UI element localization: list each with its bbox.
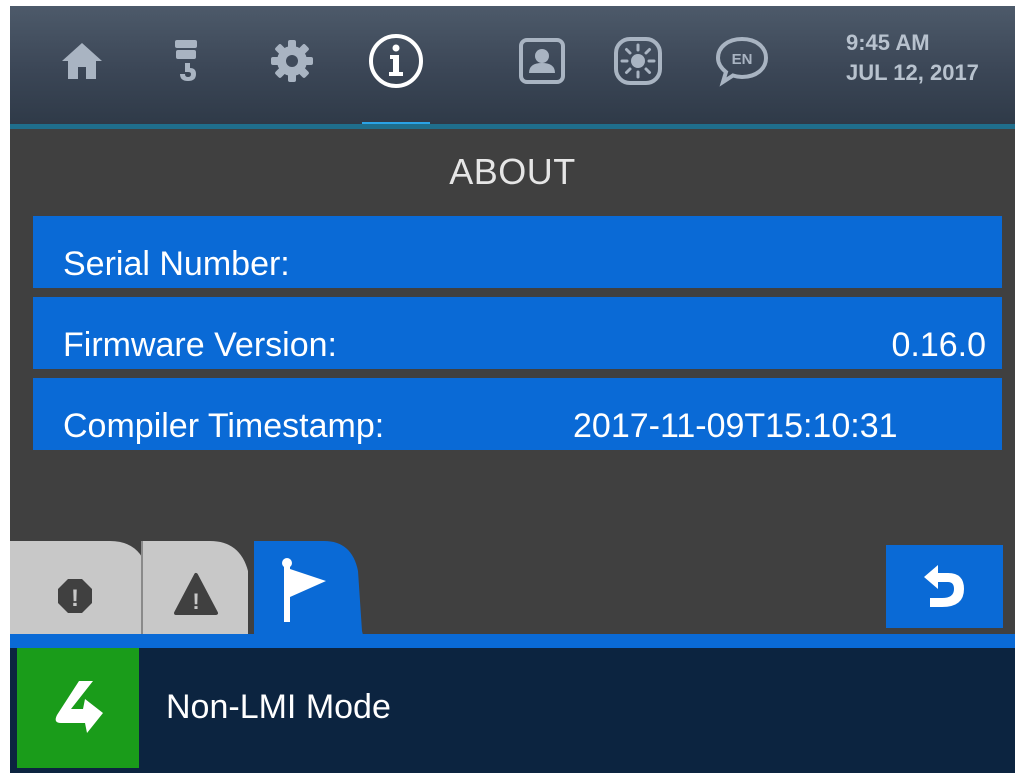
top-navigation-bar: EN 9:45 AM JUL 12, 2017	[10, 6, 1015, 129]
firmware-version-label: Firmware Version:	[63, 326, 337, 364]
turn-arrow-icon	[55, 681, 103, 733]
screen: EN 9:45 AM JUL 12, 2017 ABOUT Serial Num…	[10, 6, 1015, 773]
page-title: ABOUT	[449, 151, 576, 192]
error-glyph: !	[71, 585, 79, 612]
bottom-divider	[10, 634, 1015, 648]
status-bar: Non-LMI Mode	[10, 648, 1015, 773]
mode-label: Non-LMI Mode	[166, 688, 391, 726]
firmware-version-row: Firmware Version: 0.16.0	[33, 297, 1002, 369]
language-icon[interactable]: EN	[706, 32, 778, 90]
clock: 9:45 AM JUL 12, 2017	[846, 28, 979, 88]
date: JUL 12, 2017	[846, 60, 979, 85]
serial-number-label: Serial Number:	[63, 245, 290, 283]
home-icon[interactable]	[46, 32, 118, 90]
warning-glyph: !	[192, 589, 199, 614]
compiler-timestamp-row: Compiler Timestamp: 2017-11-09T15:10:31	[33, 378, 1002, 450]
gear-icon[interactable]	[256, 32, 328, 90]
topbar-divider	[10, 124, 1015, 129]
crane-hook-icon[interactable]	[150, 32, 222, 90]
time: 9:45 AM	[846, 30, 930, 55]
serial-number-row: Serial Number:	[33, 216, 1002, 288]
compiler-timestamp-value: 2017-11-09T15:10:31	[573, 407, 898, 445]
language-code: EN	[732, 51, 753, 68]
brightness-icon[interactable]	[602, 32, 674, 90]
back-arrow-icon	[923, 564, 964, 607]
mode-indicator[interactable]	[17, 648, 139, 768]
compiler-timestamp-label: Compiler Timestamp:	[63, 407, 385, 445]
flag-tab[interactable]	[254, 541, 370, 641]
firmware-version-value: 0.16.0	[891, 326, 986, 364]
warning-tab[interactable]: !	[130, 541, 254, 641]
operator-icon[interactable]	[506, 32, 578, 90]
back-button[interactable]	[886, 545, 1003, 628]
info-icon[interactable]	[360, 32, 432, 90]
